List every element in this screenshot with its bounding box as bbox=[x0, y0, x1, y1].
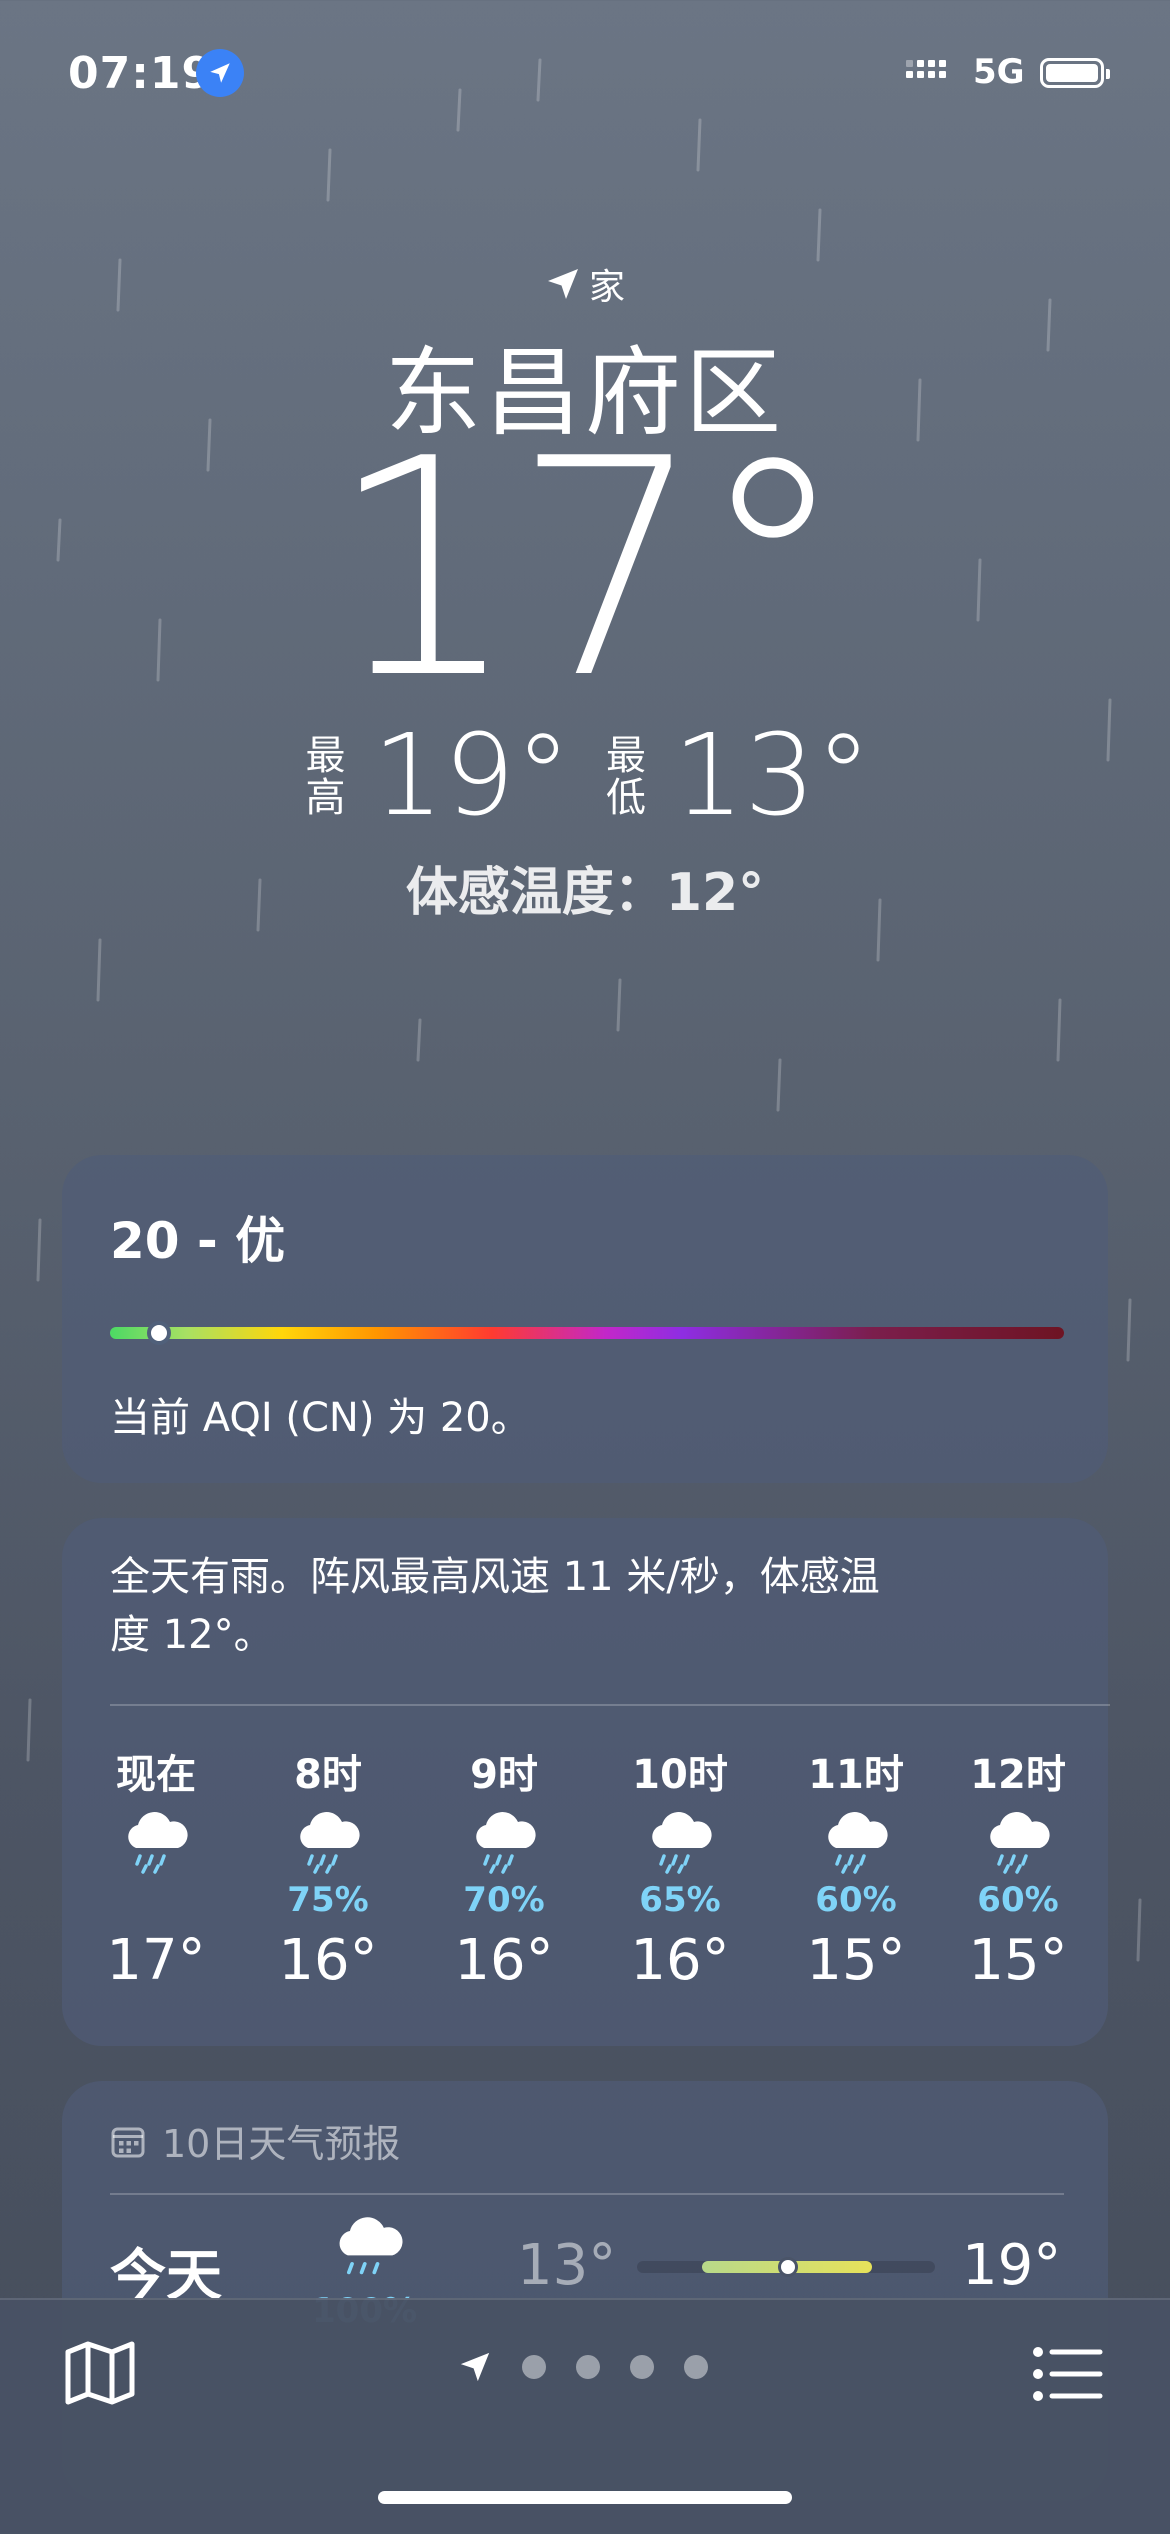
hour-label: 12时 bbox=[970, 1752, 1066, 1798]
low-label: 最低 bbox=[599, 734, 645, 818]
rain-cloud-icon bbox=[128, 1812, 188, 1874]
cellular-signal-icon bbox=[906, 60, 946, 78]
rain-cloud-icon bbox=[652, 1812, 712, 1874]
hour-temperature: 16° bbox=[454, 1928, 554, 1993]
feels-like: 体感温度：12° bbox=[405, 863, 765, 923]
day-high-temperature: 19° bbox=[962, 2233, 1062, 2298]
page-dot[interactable] bbox=[630, 2355, 654, 2379]
rain-cloud-icon bbox=[828, 1812, 888, 1874]
aqi-title: 20 - 优 bbox=[110, 1212, 286, 1270]
current-temp-indicator bbox=[778, 2257, 798, 2277]
list-icon[interactable] bbox=[1032, 2344, 1104, 2404]
map-icon[interactable] bbox=[64, 2340, 136, 2406]
page-dot[interactable] bbox=[684, 2355, 708, 2379]
high-low-temperature: 最高 19° 最低 13° bbox=[0, 720, 1170, 832]
hour-label: 现在 bbox=[116, 1752, 196, 1798]
hour-precipitation: 65% bbox=[639, 1880, 721, 1920]
high-label: 最高 bbox=[298, 734, 345, 818]
location-tag: 家 bbox=[0, 258, 1170, 310]
aqi-description: 当前 AQI (CN) 为 20。 bbox=[110, 1395, 531, 1441]
hour-precipitation: 60% bbox=[977, 1880, 1059, 1920]
current-temperature: 17° bbox=[328, 395, 848, 744]
aqi-indicator bbox=[147, 1321, 171, 1345]
hour-precipitation: 75% bbox=[287, 1880, 369, 1920]
rain-cloud-icon bbox=[300, 1812, 360, 1874]
hour-label: 8时 bbox=[294, 1752, 362, 1798]
calendar-icon bbox=[111, 2127, 145, 2157]
location-services-icon bbox=[196, 49, 244, 97]
network-type: 5G bbox=[973, 52, 1025, 92]
hour-temperature: 15° bbox=[968, 1928, 1068, 1993]
rain-cloud-icon bbox=[476, 1812, 536, 1874]
hour-precipitation: 70% bbox=[463, 1880, 545, 1920]
page-indicator[interactable] bbox=[458, 2350, 708, 2384]
low-temperature: 13° bbox=[673, 711, 872, 841]
rain-cloud-icon bbox=[339, 2217, 403, 2275]
status-time: 07:19 bbox=[68, 48, 214, 99]
air-quality-card[interactable]: 20 - 优 当前 AQI (CN) 为 20。 bbox=[62, 1155, 1108, 1483]
divider bbox=[110, 2193, 1064, 2195]
location-arrow-icon[interactable] bbox=[458, 2350, 492, 2384]
battery-icon bbox=[1040, 58, 1110, 88]
page-dot[interactable] bbox=[576, 2355, 600, 2379]
day-low-temperature: 13° bbox=[517, 2233, 617, 2298]
aqi-scale-bar bbox=[110, 1327, 1064, 1339]
hour-precipitation: 60% bbox=[815, 1880, 897, 1920]
ten-day-header: 10日天气预报 bbox=[110, 2113, 400, 2168]
hour-label: 10时 bbox=[632, 1752, 728, 1798]
rain-cloud-icon bbox=[990, 1812, 1050, 1874]
forecast-summary: 全天有雨。阵风最高风速 11 米/秒，体感温度 12°。 bbox=[110, 1554, 880, 1658]
location-arrow-icon bbox=[547, 269, 578, 299]
page-dot[interactable] bbox=[522, 2355, 546, 2379]
hour-label: 9时 bbox=[470, 1752, 538, 1798]
divider bbox=[110, 1704, 1110, 1706]
hour-temperature: 16° bbox=[630, 1928, 730, 1993]
hourly-forecast-card[interactable]: 全天有雨。阵风最高风速 11 米/秒，体感温度 12°。 现在 17° 8时 7… bbox=[62, 1518, 1110, 2046]
hour-temperature: 16° bbox=[278, 1928, 378, 1993]
high-temperature: 19° bbox=[372, 711, 571, 841]
hour-temperature: 15° bbox=[806, 1928, 906, 1993]
home-indicator[interactable] bbox=[378, 2491, 792, 2504]
hour-label: 11时 bbox=[808, 1752, 904, 1798]
hour-temperature: 17° bbox=[106, 1928, 206, 1993]
location-tag-label: 家 bbox=[588, 267, 625, 308]
ten-day-title: 10日天气预报 bbox=[162, 2122, 401, 2166]
